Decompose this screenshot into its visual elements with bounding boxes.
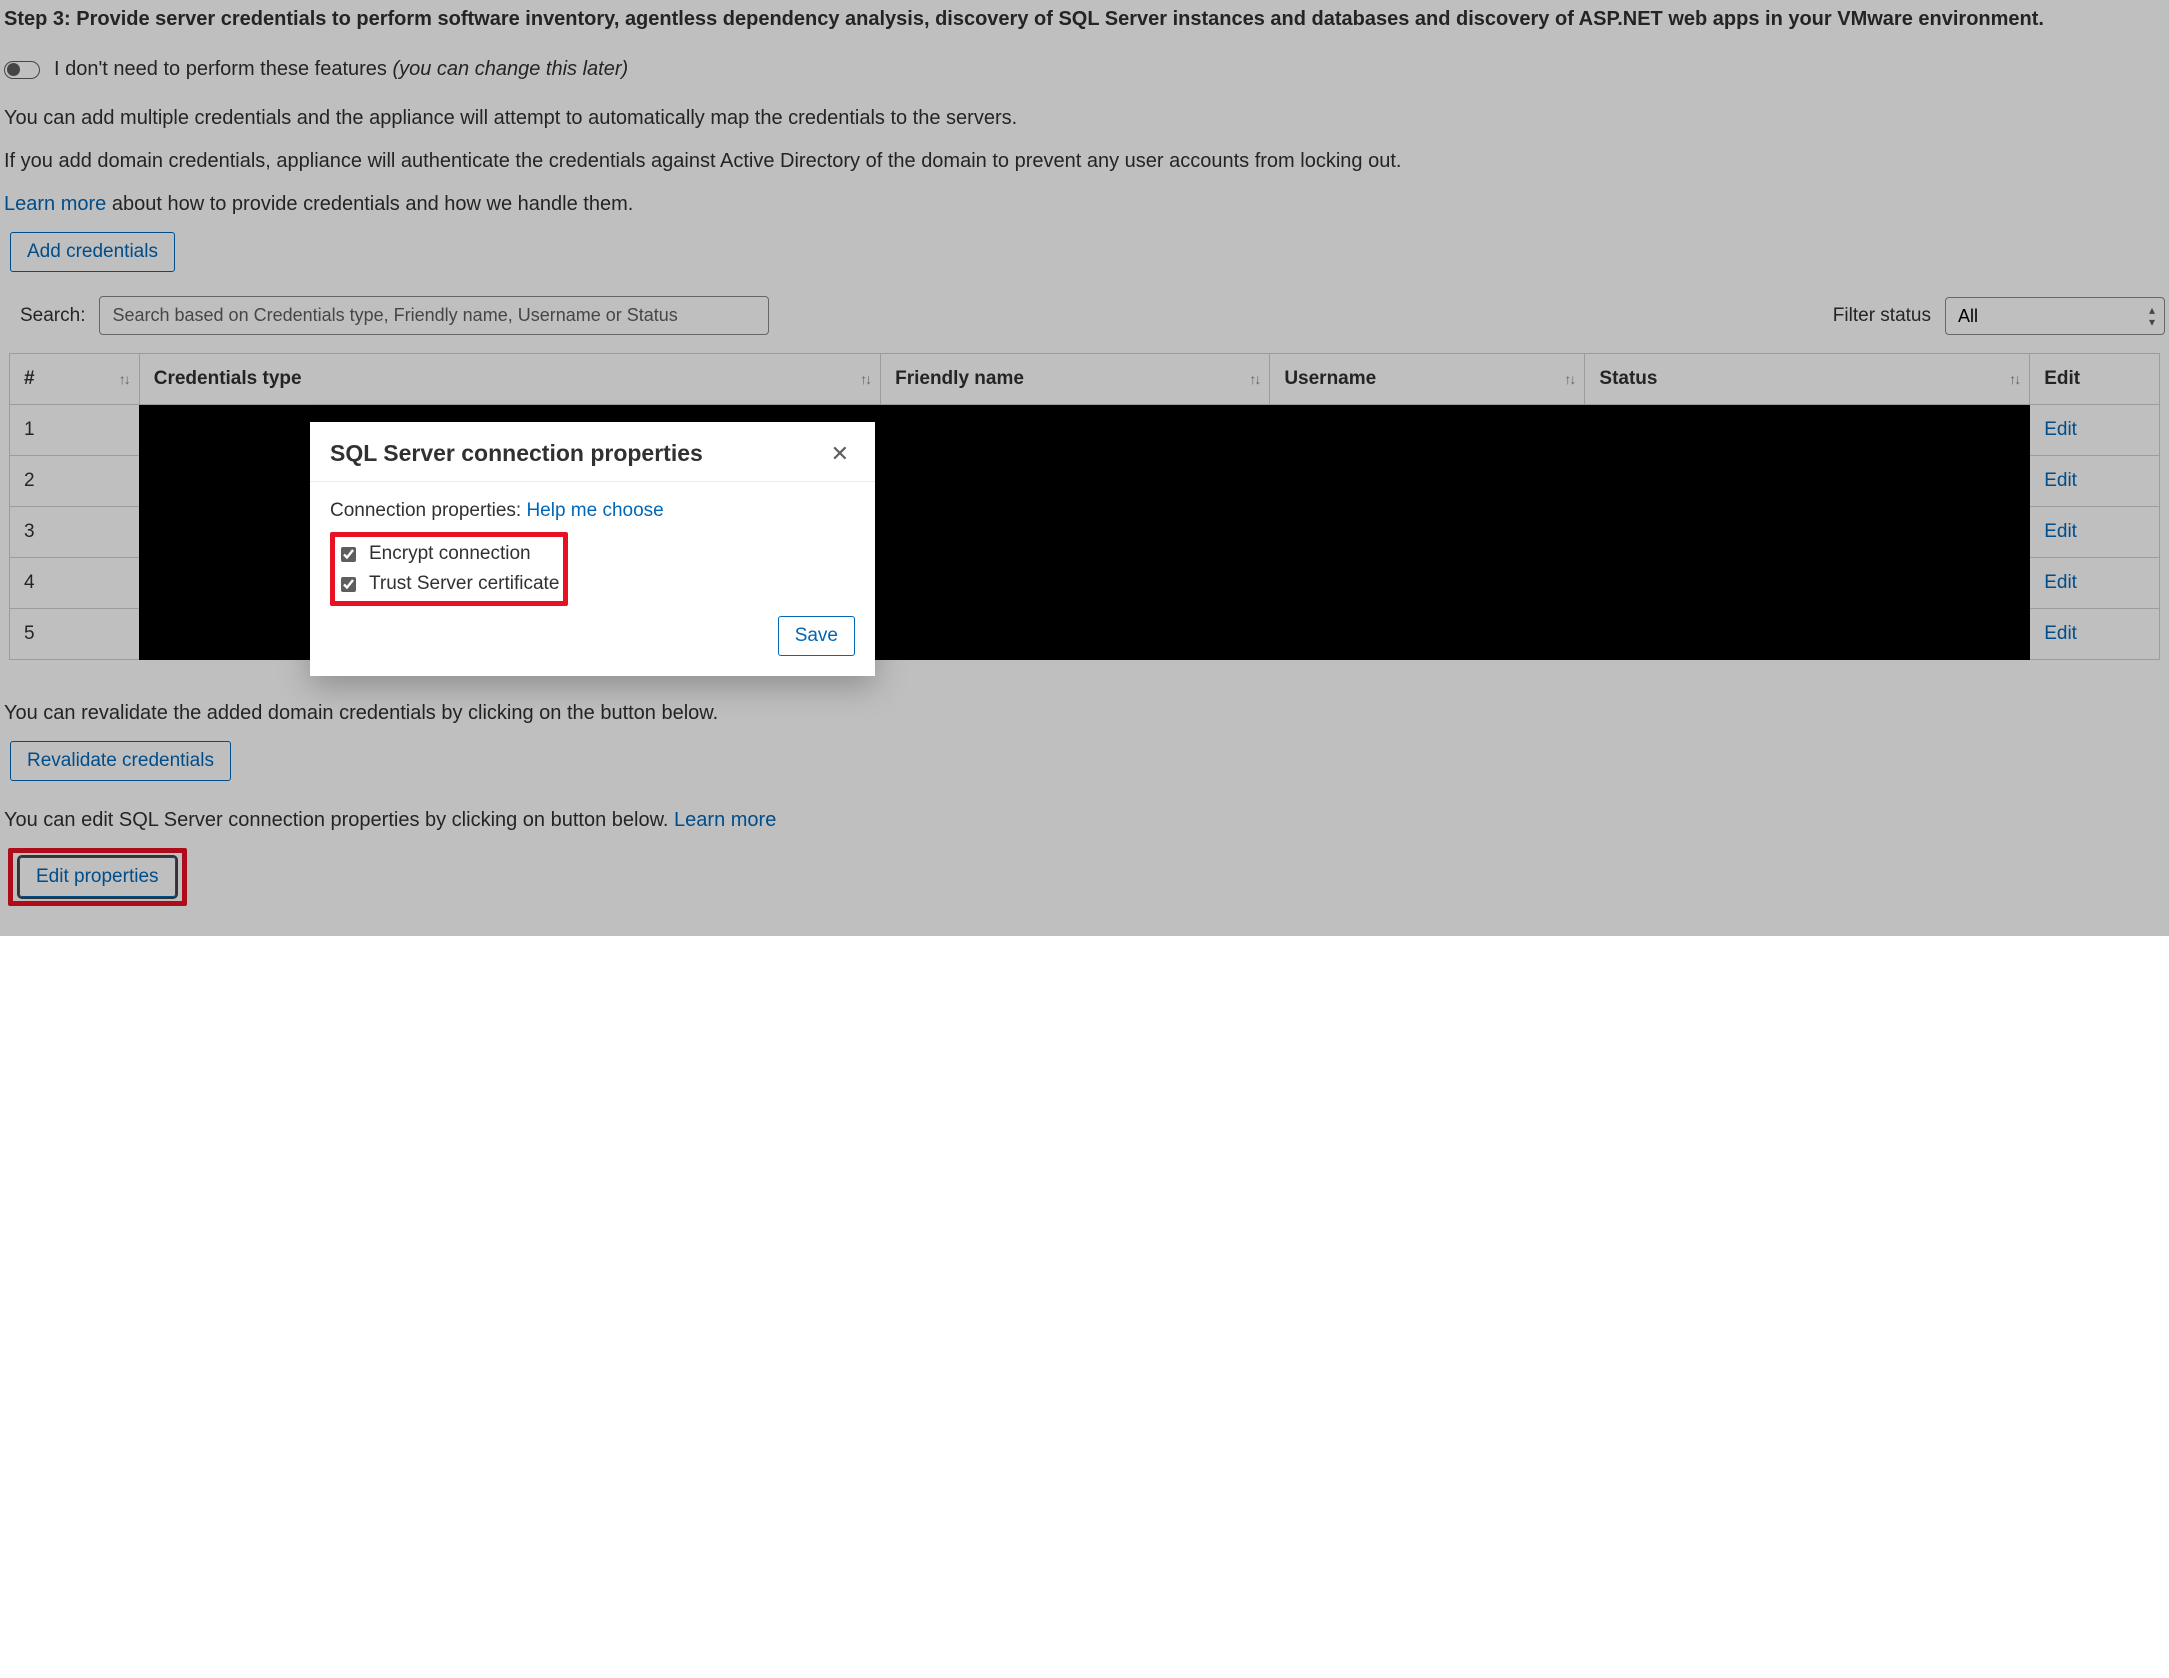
highlight-box-checkboxes: Encrypt connection Trust Server certific… xyxy=(330,532,568,606)
sql-connection-modal: SQL Server connection properties ✕ Conne… xyxy=(310,422,875,676)
encrypt-connection-row[interactable]: Encrypt connection xyxy=(337,539,559,569)
save-button[interactable]: Save xyxy=(778,616,855,656)
trust-cert-row[interactable]: Trust Server certificate xyxy=(337,569,559,599)
trust-cert-label: Trust Server certificate xyxy=(369,573,559,595)
modal-body: Connection properties: Help me choose En… xyxy=(310,482,875,610)
modal-footer: Save xyxy=(310,610,875,676)
encrypt-connection-checkbox[interactable] xyxy=(341,547,356,562)
connection-properties-label: Connection properties: xyxy=(330,500,526,521)
trust-cert-checkbox[interactable] xyxy=(341,577,356,592)
modal-header: SQL Server connection properties ✕ xyxy=(310,422,875,482)
help-me-choose-link[interactable]: Help me choose xyxy=(526,500,663,521)
connection-properties-row: Connection properties: Help me choose xyxy=(330,500,855,522)
close-icon[interactable]: ✕ xyxy=(825,441,855,467)
encrypt-connection-label: Encrypt connection xyxy=(369,543,531,565)
modal-title: SQL Server connection properties xyxy=(330,440,703,467)
